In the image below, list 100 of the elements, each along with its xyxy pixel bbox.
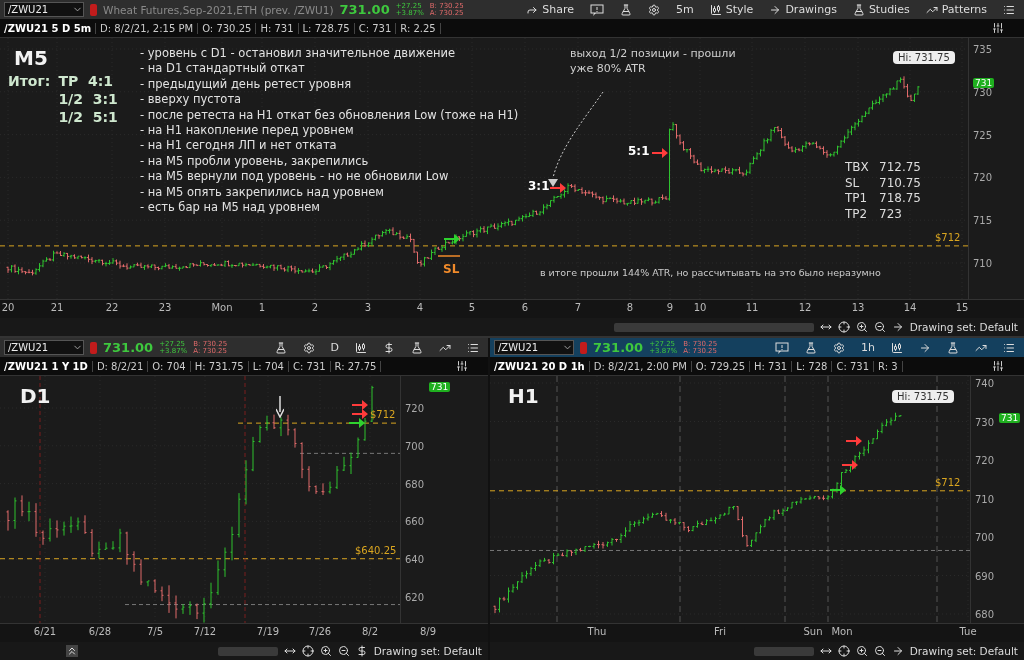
arrow-right-icon[interactable] <box>891 645 904 657</box>
bar-info: C: 731 <box>832 360 875 372</box>
arrow-marker-icon <box>830 485 846 495</box>
bar-info: O: 704 <box>148 360 191 372</box>
note-line: - на M5 вернули под уровень - но не обновили Low <box>140 169 450 185</box>
drawing-set-label[interactable]: Drawing set: Default <box>909 645 1018 657</box>
symbol-field[interactable]: /ZWU21 <box>494 340 574 355</box>
bar-info: O: 730.25 <box>198 22 257 34</box>
candlestick-icon <box>709 3 722 16</box>
price-axis-label: 680 <box>405 478 425 490</box>
time-axis-label: Mon <box>831 626 853 637</box>
time-axis-label: 6/21 <box>33 626 57 637</box>
menu-icon <box>467 341 479 354</box>
note-line: - на D1 стандартный откат <box>140 61 306 77</box>
chart-title: M5 <box>14 46 48 70</box>
level-value: 712.75 <box>879 160 921 176</box>
note-line: - после ретеста на H1 откат без обновления Low (тоже на H1) <box>140 107 519 124</box>
flask-icon <box>852 3 865 16</box>
time-axis-label: 7/19 <box>256 626 280 637</box>
patterns-button[interactable]: Patterns <box>920 1 992 18</box>
bar-info: /ZWU21 1 Y 1D <box>0 360 93 372</box>
level-value: 723 <box>879 206 903 222</box>
level-name: TBX <box>845 160 870 176</box>
drawing-set-label[interactable]: Drawing set: Default <box>909 321 1018 333</box>
time-axis-label: 7/26 <box>308 626 332 637</box>
symbol-field[interactable]: /ZWU21 <box>4 340 84 355</box>
zoom-in-icon[interactable] <box>319 645 332 657</box>
bar-info: R: 27.75 <box>330 360 382 372</box>
chart-settings-icon[interactable] <box>992 22 1004 34</box>
expand-icon[interactable] <box>66 645 78 657</box>
level-price-label: $712 <box>370 409 396 422</box>
studies-button[interactable]: Studies <box>847 1 915 18</box>
zoom-out-icon[interactable] <box>337 645 350 657</box>
symbol-field[interactable]: /ZWU21 <box>4 2 84 17</box>
arrow-marker-icon <box>842 460 858 470</box>
time-axis-label: Sun <box>803 626 823 637</box>
time-axis-label: 11 <box>745 302 759 313</box>
flask-icon <box>411 341 423 354</box>
share-button[interactable]: Share <box>521 1 580 18</box>
time-axis-label: 8/9 <box>419 626 437 637</box>
high-price-label: Hi: 731.75 <box>892 390 954 403</box>
crosshair-icon[interactable] <box>837 645 850 657</box>
style-button[interactable]: Style <box>704 1 759 18</box>
price-axis-label: 710 <box>975 493 995 504</box>
zoom-out-icon[interactable] <box>873 645 886 657</box>
summary-ratio: 1/2 5:1 <box>58 108 118 126</box>
instrument-description: Wheat Futures,Sep-2021,ETH (prev. /ZWU1) <box>103 3 334 16</box>
scrollbar-thumb[interactable] <box>753 646 814 656</box>
level-name: TP1 <box>845 191 869 207</box>
settings-icon <box>833 341 845 354</box>
note-line: - на M5 опять закрепились над уровнем <box>140 184 385 201</box>
zoom-in-icon[interactable] <box>855 321 868 333</box>
stop-loss-label: SL <box>443 262 460 277</box>
time-axis-label: 6/28 <box>88 626 112 637</box>
bar-info: H: 731 <box>256 22 299 34</box>
summary-label: Итог: <box>8 72 51 90</box>
price-axis-label: 710 <box>973 257 993 269</box>
time-axis-label: 7/5 <box>146 626 164 637</box>
time-axis-label: Fri <box>714 626 726 637</box>
chart-settings-icon[interactable] <box>456 360 468 372</box>
chart-settings-icon[interactable] <box>992 360 1004 372</box>
bar-info: /ZWU21 5 D 5m <box>0 22 97 34</box>
drawing-set-label[interactable]: Drawing set: Default <box>373 645 482 657</box>
crosshair-icon[interactable] <box>837 321 850 333</box>
bar-info: O: 729.25 <box>691 360 751 372</box>
time-axis-label: 13 <box>851 302 865 313</box>
bar-info: R: 2.25 <box>396 22 441 34</box>
interval-button[interactable]: 1h <box>856 339 880 356</box>
drawings-button[interactable]: Drawings <box>764 1 842 18</box>
level-price-label: $712 <box>935 476 961 489</box>
arrow-right-icon[interactable] <box>891 321 904 333</box>
time-axis-label: 8/2 <box>361 626 379 637</box>
flask-icon <box>274 341 287 354</box>
bar-info: R: 3 <box>874 360 903 372</box>
scrollbar-thumb[interactable] <box>613 322 814 332</box>
dollar-icon <box>383 341 395 354</box>
bar-info: D: 8/2/21 <box>92 360 149 372</box>
flask-icon <box>620 3 633 16</box>
chart-title: H1 <box>508 384 539 408</box>
down-arrow-icon <box>276 396 284 418</box>
last-price: 731.00 <box>103 340 154 355</box>
time-axis-label: 23 <box>158 302 172 313</box>
interval-button[interactable]: D <box>325 339 344 356</box>
crosshair-icon[interactable] <box>301 645 314 657</box>
arrow-marker-icon <box>652 148 668 158</box>
bar-info: C: 731 <box>288 360 331 372</box>
scrollbar-thumb[interactable] <box>217 646 278 656</box>
price-axis-label: 680 <box>975 608 995 620</box>
zoom-out-icon[interactable] <box>873 321 886 333</box>
note-line: - есть бар на M5 над уровнем <box>140 200 321 216</box>
interval-button[interactable]: 5m <box>671 1 699 18</box>
candlestick-icon <box>355 341 367 354</box>
price-axis-label: 720 <box>973 171 993 183</box>
dollar-icon[interactable] <box>355 645 368 657</box>
last-price-tag: 731 <box>973 78 995 89</box>
arrow-right-icon <box>919 341 931 354</box>
zoom-in-icon[interactable] <box>855 645 868 657</box>
price-axis-label: 720 <box>405 402 425 414</box>
price-axis-label: 740 <box>975 377 995 389</box>
price-axis-label: 640 <box>405 553 425 565</box>
